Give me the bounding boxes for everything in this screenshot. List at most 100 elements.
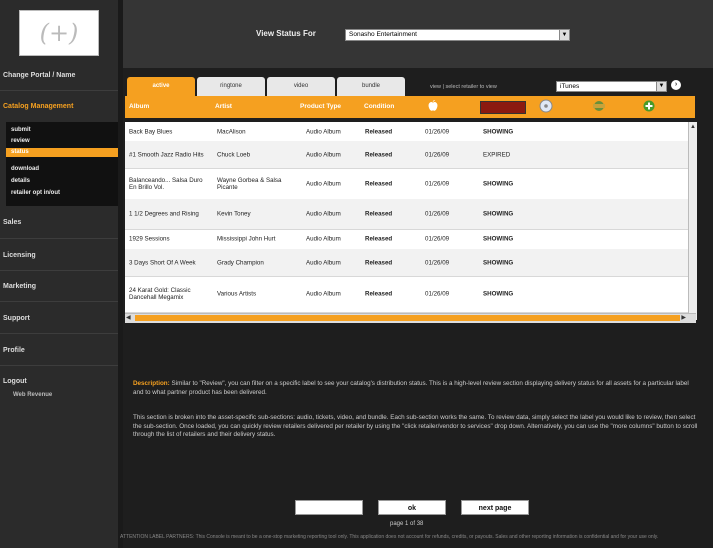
header-product-type[interactable]: Product Type [300, 103, 341, 110]
description-label: Description: [133, 380, 170, 387]
vertical-scrollbar[interactable]: ▲ [688, 122, 697, 320]
cell-condition: Released [365, 235, 393, 243]
submenu-item-details[interactable]: details [11, 178, 30, 184]
next-retailer-icon[interactable]: › [671, 80, 681, 90]
retailer-logo-icon [480, 101, 526, 114]
disc-icon [539, 99, 553, 113]
divider [0, 333, 118, 334]
sidebar-item-support[interactable]: Support [0, 315, 118, 322]
cell-condition: Released [365, 259, 393, 266]
cell-status: SHOWING [483, 210, 514, 218]
chevron-down-icon[interactable]: ▼ [559, 30, 569, 40]
table-row[interactable]: Balanceando... Salsa Duro En Brillo Vol.… [125, 168, 688, 200]
divider [0, 270, 118, 271]
retailer-badge-icon [593, 101, 605, 111]
sidebar-item-profile[interactable]: Profile [0, 347, 118, 354]
cell-artist: Grady Champion [217, 259, 264, 266]
retailer-select[interactable]: iTunes ▼ [556, 81, 667, 92]
tab-active[interactable]: active [127, 77, 195, 96]
divider [0, 90, 118, 91]
cell-condition: Released [365, 128, 393, 135]
pagination: page 1 of 38 [390, 521, 424, 527]
cell-status: SHOWING [483, 290, 514, 298]
header-condition[interactable]: Condition [364, 103, 394, 110]
header-artist[interactable]: Artist [215, 103, 232, 110]
sidebar-item-catalog-management[interactable]: Catalog Management [0, 103, 118, 110]
retailer-filter-label: view | select retailer to view [430, 84, 497, 90]
tab-video[interactable]: video [267, 77, 335, 96]
cell-album: #1 Smooth Jazz Radio Hits [129, 151, 204, 158]
cell-album: Balanceando... Salsa Duro En Brillo Vol. [129, 176, 203, 191]
cell-date: 01/26/09 [425, 290, 450, 298]
logo[interactable]: (+) [19, 10, 99, 56]
footer-text: ATTENTION LABEL PARTNERS: This Console i… [120, 534, 659, 540]
apple-icon [428, 100, 438, 111]
divider [0, 238, 118, 239]
scroll-left-icon[interactable]: ◀ [126, 314, 131, 321]
horizontal-scrollbar[interactable]: ◀ ▶ [125, 313, 696, 323]
description-paragraph-2: This section is broken into the asset-sp… [133, 414, 698, 438]
table-row[interactable]: #1 Smooth Jazz Radio Hits Chuck Loeb Aud… [125, 141, 688, 169]
sidebar: (+) Change Portal / Name Catalog Managem… [0, 0, 118, 548]
tab-bundle[interactable]: bundle [337, 77, 405, 96]
blank-button[interactable] [295, 500, 363, 515]
cell-album: 3 Days Short Of A Week [129, 259, 196, 266]
sidebar-item-change-portal[interactable]: Change Portal / Name [0, 72, 118, 79]
next-page-button[interactable]: next page [461, 500, 529, 515]
cell-status: SHOWING [483, 128, 514, 135]
submenu-item-submit[interactable]: submit [11, 127, 31, 133]
submenu-item-retailer-opt[interactable]: retailer opt in/out [11, 190, 60, 196]
table-header [125, 96, 695, 118]
cell-status: SHOWING [483, 180, 514, 187]
description-paragraph-1: Description: Similar to "Review", you ca… [133, 380, 698, 397]
view-status-label: View Status For [256, 29, 316, 38]
cell-status: SHOWING [483, 235, 514, 243]
status-table: Back Bay Blues MacAlison Audio Album Rel… [125, 122, 688, 320]
cell-type: Audio Album [306, 180, 341, 187]
user-name: Web Revenue [13, 392, 53, 398]
ok-button[interactable]: ok [378, 500, 446, 515]
cell-type: Audio Album [306, 210, 341, 218]
submenu-item-download[interactable]: download [11, 166, 39, 172]
scroll-thumb[interactable] [135, 315, 680, 321]
cell-condition: Released [365, 290, 393, 298]
sidebar-item-logout[interactable]: Logout [0, 378, 118, 385]
table-row[interactable]: 1929 Sessions Mississippi John Hurt Audi… [125, 229, 688, 250]
cell-artist: Wayne Gorbea & Salsa Picante [217, 176, 282, 191]
header-album[interactable]: Album [129, 103, 149, 110]
scroll-up-icon[interactable]: ▲ [690, 124, 696, 130]
divider [0, 301, 118, 302]
plus-icon[interactable] [643, 100, 655, 112]
cell-album: 24 Karat Gold: Classic Dancehall Megamix [129, 287, 191, 301]
cell-type: Audio Album [306, 151, 341, 158]
cell-date: 01/26/09 [425, 259, 450, 266]
divider [0, 365, 118, 366]
table-row[interactable]: Back Bay Blues MacAlison Audio Album Rel… [125, 122, 688, 142]
scroll-right-icon[interactable]: ▶ [681, 314, 686, 321]
logo-text: (+) [39, 19, 79, 47]
cell-date: 01/26/09 [425, 235, 450, 243]
cell-album: 1 1/2 Degrees and Rising [129, 210, 199, 218]
table-row[interactable]: 24 Karat Gold: Classic Dancehall Megamix… [125, 276, 688, 313]
cell-artist: MacAlison [217, 128, 246, 135]
cell-condition: Released [365, 180, 393, 187]
cell-type: Audio Album [306, 128, 341, 135]
cell-date: 01/26/09 [425, 151, 450, 158]
description-text-1: Similar to "Review", you can filter on a… [133, 380, 689, 396]
cell-album: Back Bay Blues [129, 128, 173, 135]
table-row[interactable]: 1 1/2 Degrees and Rising Kevin Toney Aud… [125, 199, 688, 230]
submenu-item-status[interactable]: status [6, 148, 118, 157]
sidebar-item-marketing[interactable]: Marketing [0, 283, 118, 290]
sidebar-item-sales[interactable]: Sales [0, 219, 118, 226]
chevron-down-icon[interactable]: ▼ [656, 82, 666, 91]
label-select-value: Sonasho Entertainment [349, 31, 417, 38]
label-select[interactable]: Sonasho Entertainment ▼ [345, 29, 570, 41]
cell-album: 1929 Sessions [129, 235, 170, 243]
cell-condition: Released [365, 151, 393, 158]
cell-artist: Mississippi John Hurt [217, 235, 276, 243]
tab-ringtone[interactable]: ringtone [197, 77, 265, 96]
table-row[interactable]: 3 Days Short Of A Week Grady Champion Au… [125, 249, 688, 277]
submenu-item-review[interactable]: review [11, 138, 30, 144]
cell-condition: Released [365, 210, 393, 218]
sidebar-item-licensing[interactable]: Licensing [0, 252, 118, 259]
